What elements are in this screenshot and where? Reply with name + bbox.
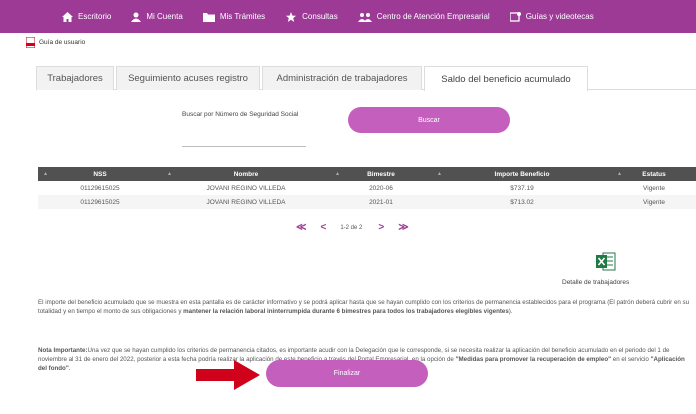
nav-guias[interactable]: Guías y videotecas: [509, 11, 594, 22]
nav-centro-atencion[interactable]: Centro de Atención Empresarial: [357, 12, 490, 22]
tab-label: Seguimiento acuses registro: [128, 73, 248, 84]
search-label: Buscar por Número de Seguridad Social: [182, 111, 299, 118]
column-header-nombre[interactable]: Nombre: [162, 170, 330, 178]
nav-mis-tramites[interactable]: Mis Trámites: [202, 12, 266, 22]
nav-escritorio[interactable]: Escritorio: [62, 11, 112, 22]
beneficio-table: NSS Nombre Bimestre Importe Beneficio Es…: [38, 167, 696, 209]
tab-label: Saldo del beneficio acumulado: [441, 73, 571, 85]
note-bold-text: "Medidas para promover la recuperación d…: [455, 356, 612, 363]
nav-consultas[interactable]: Consultas: [285, 11, 338, 22]
cell-estatus: Vigente: [643, 198, 665, 206]
tab-administracion[interactable]: Administración de trabajadores: [262, 66, 422, 90]
column-header-estatus[interactable]: Estatus: [612, 170, 696, 178]
buscar-button[interactable]: Buscar: [348, 107, 510, 133]
guide-icon: [509, 11, 521, 22]
table-row: 01129615025 JOVANI REGINO VILLEDA 2020-0…: [38, 181, 696, 195]
guia-usuario-link[interactable]: Guía de usuario: [26, 37, 85, 48]
people-icon: [357, 12, 372, 22]
info-paragraph: El importe del beneficio acumulado que s…: [38, 298, 694, 316]
folder-icon: [202, 12, 215, 22]
next-page-button[interactable]: >: [378, 222, 384, 233]
nav-mi-cuenta[interactable]: Mi Cuenta: [131, 12, 183, 22]
home-icon: [62, 11, 73, 22]
last-page-button[interactable]: ≫: [398, 222, 408, 233]
cell-importe: $713.02: [510, 198, 534, 206]
nss-search-input[interactable]: [182, 146, 306, 147]
tab-trabajadores[interactable]: Trabajadores: [36, 66, 114, 90]
cell-nss: 01129615025: [80, 198, 120, 206]
info-bold-text: mantener la relación laboral ininterrump…: [183, 308, 509, 315]
detalle-trabajadores-link[interactable]: Detalle de trabajadores: [562, 279, 629, 286]
cell-nss: 01129615025: [80, 184, 120, 192]
cell-bimestre: 2020-06: [369, 184, 393, 192]
excel-icon[interactable]: [596, 252, 616, 271]
nav-label: Mis Trámites: [219, 12, 266, 21]
guia-usuario-label: Guía de usuario: [39, 39, 86, 46]
tab-seguimiento[interactable]: Seguimiento acuses registro: [116, 66, 260, 90]
column-header-bimestre[interactable]: Bimestre: [330, 170, 432, 178]
nav-label: Centro de Atención Empresarial: [376, 12, 490, 21]
top-nav: Escritorio Mi Cuenta Mis Trámites Consul…: [0, 0, 696, 33]
cell-nombre: JOVANI REGINO VILLEDA: [206, 184, 286, 192]
tab-label: Administración de trabajadores: [276, 73, 408, 84]
cell-importe: $737.19: [510, 184, 534, 192]
page-indicator: 1-2 de 2: [340, 224, 363, 231]
table-header: NSS Nombre Bimestre Importe Beneficio Es…: [38, 167, 696, 181]
cell-estatus: Vigente: [643, 184, 665, 192]
note-title: Nota Importante:: [38, 347, 88, 354]
user-icon: [131, 12, 142, 22]
note-text: .: [68, 365, 71, 372]
nav-label: Mi Cuenta: [146, 12, 183, 21]
nav-label: Guías y videotecas: [525, 12, 594, 21]
cell-nombre: JOVANI REGINO VILLEDA: [206, 198, 286, 206]
column-header-nss[interactable]: NSS: [38, 170, 162, 178]
nav-label: Escritorio: [78, 12, 112, 21]
pagination: ≪ < 1-2 de 2 > ≫: [296, 222, 423, 233]
nav-label: Consultas: [302, 12, 338, 21]
column-header-importe[interactable]: Importe Beneficio: [432, 170, 612, 178]
pdf-icon: [26, 37, 35, 48]
cell-bimestre: 2021-01: [369, 198, 393, 206]
tab-bar: Trabajadores Seguimiento acuses registro…: [36, 66, 696, 91]
finalizar-button[interactable]: Finalizar: [266, 360, 428, 387]
star-icon: [286, 11, 297, 22]
table-row: 01129615025 JOVANI REGINO VILLEDA 2021-0…: [38, 195, 696, 209]
first-page-button[interactable]: ≪: [296, 222, 306, 233]
prev-page-button[interactable]: <: [320, 222, 326, 233]
tab-saldo-beneficio[interactable]: Saldo del beneficio acumulado: [424, 66, 588, 91]
info-text: ).: [508, 308, 513, 315]
red-arrow-icon: [196, 360, 260, 390]
note-text: en el servicio: [611, 356, 651, 363]
tab-label: Trabajadores: [47, 73, 103, 84]
